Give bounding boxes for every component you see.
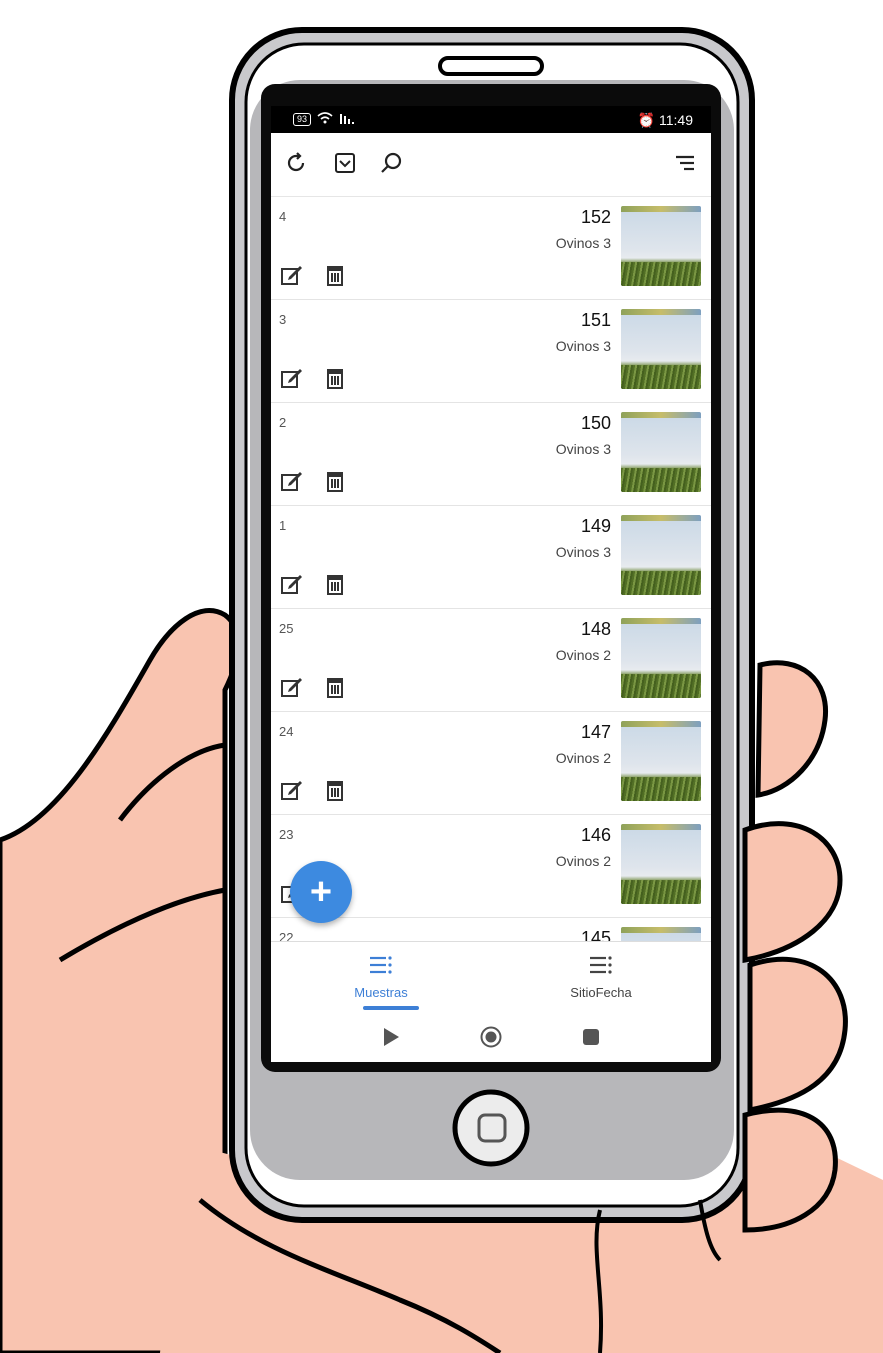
finger-3 <box>747 956 848 1114</box>
sample-thumbnail[interactable] <box>621 412 701 492</box>
sample-title: 149 <box>580 516 611 536</box>
sample-subtitle: Ovinos 3 <box>555 544 611 560</box>
phone-screen: 93 ⏰ 11:49 152 Ovinos 3 4 151 Ovinos 3 3… <box>271 106 711 1062</box>
edit-icon[interactable] <box>279 366 303 390</box>
finger-2 <box>742 821 843 963</box>
sample-number: 23 <box>279 827 294 842</box>
add-sample-button[interactable]: + <box>290 861 352 923</box>
sample-title: 151 <box>580 310 611 330</box>
sample-title: 150 <box>580 413 611 433</box>
sample-thumbnail[interactable] <box>621 206 701 286</box>
system-navigation <box>271 1011 711 1062</box>
delete-icon[interactable] <box>323 675 347 699</box>
home-icon[interactable] <box>479 1025 503 1049</box>
wifi-icon <box>317 112 333 127</box>
sample-thumbnail[interactable] <box>621 515 701 595</box>
tab-sitiofecha[interactable]: SitioFecha <box>491 942 711 1012</box>
sample-subtitle: Ovinos 3 <box>555 235 611 251</box>
edit-icon[interactable] <box>279 263 303 287</box>
plus-icon: + <box>309 871 333 913</box>
top-toolbar <box>271 133 711 197</box>
battery-icon: 93 <box>293 113 312 126</box>
sample-number: 22 <box>279 930 294 941</box>
stop-icon[interactable] <box>579 1025 603 1049</box>
phone-home-button <box>452 1089 530 1167</box>
active-tab-indicator <box>363 1006 419 1010</box>
delete-icon[interactable] <box>323 263 347 287</box>
search-icon[interactable] <box>377 149 405 177</box>
list-item[interactable]: 147 Ovinos 2 24 <box>271 712 711 815</box>
list-item[interactable]: 152 Ovinos 3 4 <box>271 197 711 300</box>
sample-title: 147 <box>580 722 611 742</box>
sample-number: 2 <box>279 415 287 430</box>
status-time: 11:49 <box>659 112 693 128</box>
delete-icon[interactable] <box>323 778 347 802</box>
sample-subtitle: Ovinos 3 <box>555 441 611 457</box>
sample-number: 4 <box>279 209 287 224</box>
sample-title: 146 <box>580 825 611 845</box>
sample-number: 3 <box>279 312 287 327</box>
sample-thumbnail[interactable] <box>621 309 701 389</box>
sample-title: 152 <box>580 207 611 227</box>
delete-icon[interactable] <box>323 366 347 390</box>
sample-subtitle: Ovinos 2 <box>555 647 611 663</box>
sample-subtitle: Ovinos 2 <box>555 750 611 766</box>
sample-number: 1 <box>279 518 287 533</box>
finger-1 <box>755 660 829 798</box>
back-icon[interactable] <box>379 1025 403 1049</box>
list-icon <box>491 956 711 974</box>
delete-icon[interactable] <box>323 469 347 493</box>
signal-icon <box>339 112 355 127</box>
sample-title: 148 <box>580 619 611 639</box>
tab-label: SitioFecha <box>570 985 632 1000</box>
menu-icon[interactable] <box>671 149 699 177</box>
sample-thumbnail[interactable] <box>621 618 701 698</box>
sample-subtitle: Ovinos 3 <box>555 338 611 354</box>
sample-number: 24 <box>279 724 294 739</box>
sample-title: 145 <box>580 928 611 941</box>
status-bar: 93 ⏰ 11:49 <box>271 106 711 133</box>
sample-number: 25 <box>279 621 294 636</box>
tab-muestras[interactable]: Muestras <box>271 942 491 1012</box>
checkbox-icon[interactable] <box>331 149 359 177</box>
bottom-navigation: SitioFecha Muestras <box>271 941 711 1012</box>
edit-icon[interactable] <box>279 675 303 699</box>
edit-icon[interactable] <box>279 469 303 493</box>
tab-label: Muestras <box>354 985 408 1000</box>
edit-icon[interactable] <box>279 572 303 596</box>
sample-thumbnail[interactable] <box>621 721 701 801</box>
sample-subtitle: Ovinos 2 <box>555 853 611 869</box>
samples-list: 152 Ovinos 3 4 151 Ovinos 3 3 150 Ovinos… <box>271 197 711 941</box>
list-item[interactable]: 145 22 <box>271 918 711 941</box>
sample-thumbnail[interactable] <box>621 927 701 941</box>
refresh-icon[interactable] <box>283 149 311 177</box>
edit-icon[interactable] <box>279 778 303 802</box>
sample-thumbnail[interactable] <box>621 824 701 904</box>
list-item[interactable]: 148 Ovinos 2 25 <box>271 609 711 712</box>
alarm-icon: ⏰ <box>637 112 656 128</box>
list-item[interactable]: 151 Ovinos 3 3 <box>271 300 711 403</box>
delete-icon[interactable] <box>323 572 347 596</box>
list-item[interactable]: 150 Ovinos 3 2 <box>271 403 711 506</box>
list-item[interactable]: 149 Ovinos 3 1 <box>271 506 711 609</box>
list-icon <box>271 956 491 974</box>
